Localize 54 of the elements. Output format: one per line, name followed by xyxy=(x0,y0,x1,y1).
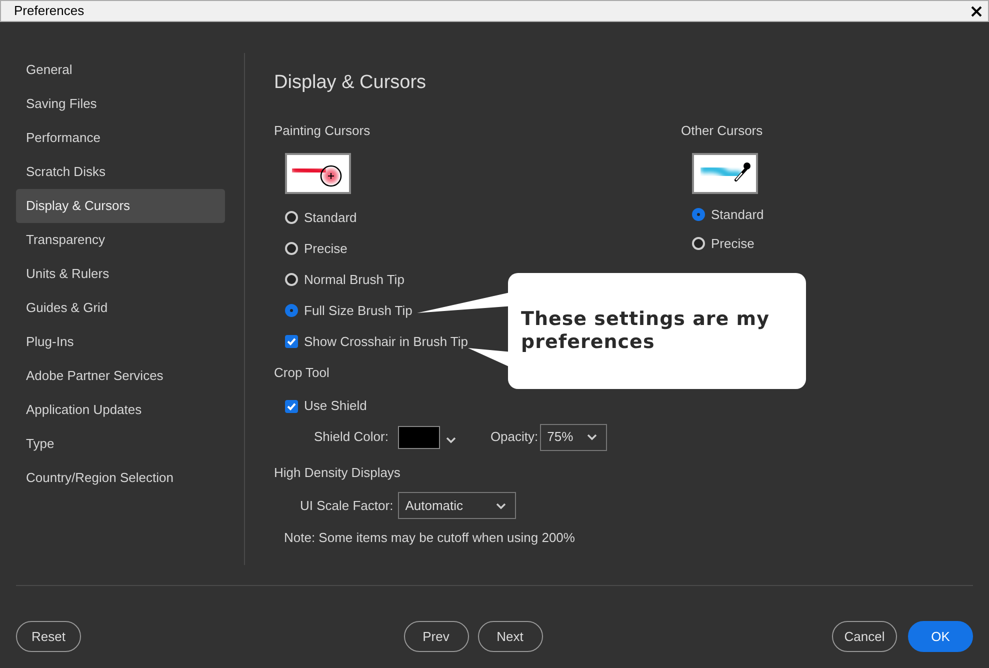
eyedropper-cursor-drawing xyxy=(692,153,758,194)
sidebar-item[interactable]: Plug-Ins xyxy=(16,325,225,359)
radio-label[interactable]: Full Size Brush Tip xyxy=(304,300,412,320)
radio-label[interactable]: Standard xyxy=(711,204,764,224)
sidebar-item[interactable]: Application Updates xyxy=(16,393,225,427)
footer-button[interactable]: Cancel xyxy=(832,621,897,652)
color-swatch[interactable] xyxy=(398,426,440,448)
note-text: Note: Some items may be cutoff when using 200% xyxy=(283,529,576,547)
caret-icon[interactable] xyxy=(445,435,458,445)
radio-button[interactable] xyxy=(285,211,298,224)
radio-label[interactable]: Precise xyxy=(711,234,754,254)
sidebar-item[interactable]: Saving Files xyxy=(16,87,225,121)
checkbox-label[interactable]: Show Crosshair in Brush Tip xyxy=(304,332,468,352)
checkbox[interactable] xyxy=(285,400,298,412)
field-label: Opacity: xyxy=(490,428,538,446)
caret-icon[interactable] xyxy=(495,500,508,510)
dropdown[interactable]: Automatic xyxy=(398,492,516,519)
dropdown[interactable]: 75% xyxy=(540,424,608,450)
sidebar-item[interactable]: Guides & Grid xyxy=(16,291,225,325)
sidebar-item[interactable]: Adobe Partner Services xyxy=(16,359,225,393)
footer-button[interactable]: OK xyxy=(908,621,973,652)
radio-label[interactable]: Standard xyxy=(304,208,357,228)
sidebar-item[interactable]: Units & Rulers xyxy=(16,257,225,291)
checkbox-label[interactable]: Use Shield xyxy=(304,396,367,416)
window-title: Preferences xyxy=(14,2,84,20)
page-title: Display & Cursors xyxy=(274,71,428,95)
radio-label[interactable]: Precise xyxy=(304,238,348,258)
section-label: Painting Cursors xyxy=(274,122,370,140)
radio-button[interactable] xyxy=(692,237,705,250)
section-label: Crop Tool xyxy=(274,364,330,382)
close-icon[interactable] xyxy=(971,6,982,16)
sidebar-item[interactable]: Display & Cursors xyxy=(16,189,225,223)
sidebar-item[interactable]: Scratch Disks xyxy=(16,155,225,189)
sidebar-item[interactable]: Type xyxy=(16,427,225,461)
sidebar-item[interactable]: General xyxy=(16,53,225,87)
radio-button[interactable] xyxy=(285,242,298,255)
footer-button[interactable]: Reset xyxy=(16,621,81,652)
footer-button[interactable]: Prev xyxy=(404,621,468,652)
brush-cursor-drawing xyxy=(285,153,351,194)
section-label: High Density Displays xyxy=(274,464,400,482)
checkbox[interactable] xyxy=(285,335,298,348)
sidebar-item[interactable]: Performance xyxy=(16,121,225,155)
section-label: Other Cursors xyxy=(681,122,763,140)
radio-button[interactable] xyxy=(285,304,298,317)
sidebar-item[interactable]: Transparency xyxy=(16,223,225,257)
radio-label[interactable]: Normal Brush Tip xyxy=(304,270,404,290)
sidebar-item[interactable]: Country/Region Selection xyxy=(16,461,225,495)
field-label: Shield Color: xyxy=(314,428,388,446)
caret-icon[interactable] xyxy=(586,432,598,442)
callout-text: These settings are my preferences xyxy=(521,308,770,353)
field-label: UI Scale Factor: xyxy=(300,496,394,515)
radio-button[interactable] xyxy=(285,273,298,286)
radio-button[interactable] xyxy=(692,208,705,221)
footer-button[interactable]: Next xyxy=(478,621,542,652)
